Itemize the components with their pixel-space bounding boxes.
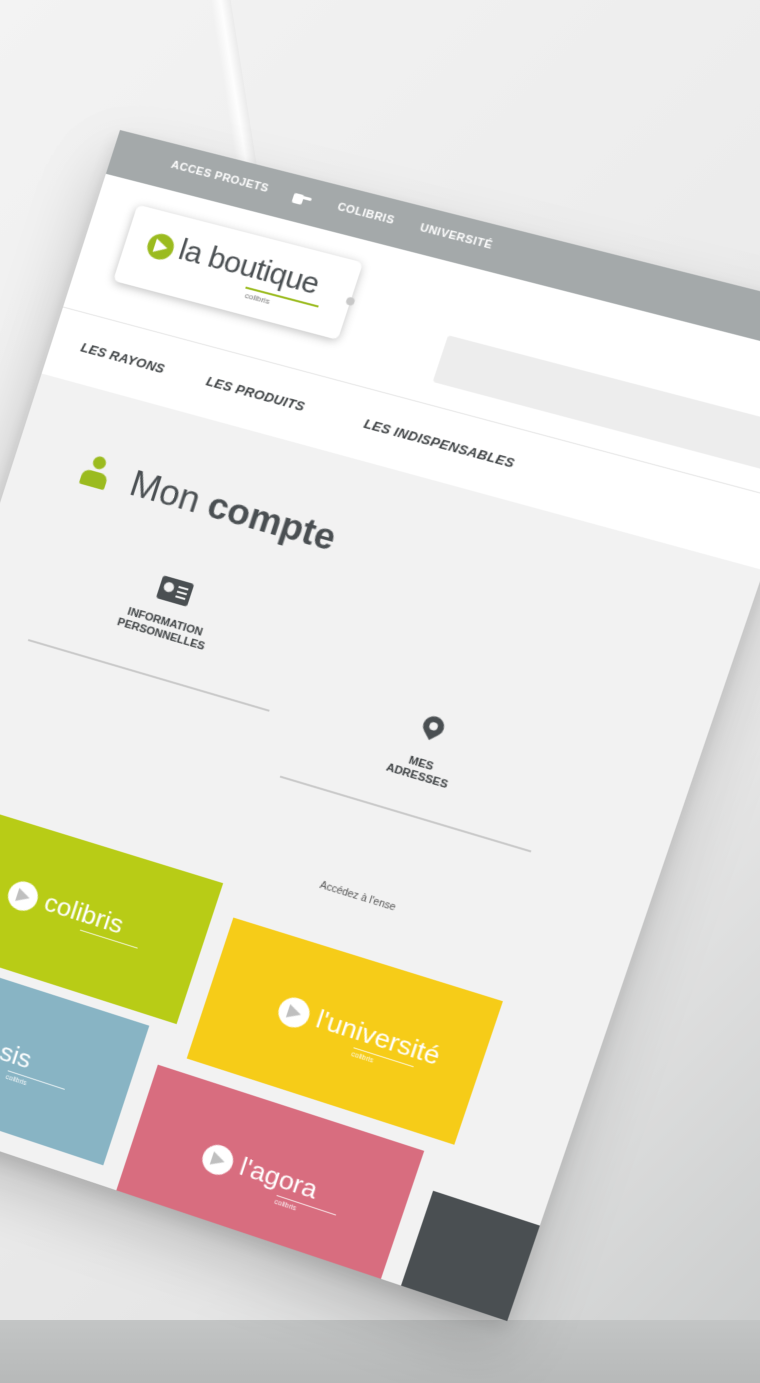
webpage: ACCES PROJETS COLIBRIS UNIVERSITÉ la bou… bbox=[0, 130, 760, 1322]
colibris-logo-icon bbox=[144, 231, 178, 263]
title-light: Mon bbox=[125, 462, 206, 521]
brand-name: l'agora bbox=[236, 1151, 322, 1205]
tile-label-line2: ADRESSES bbox=[384, 761, 450, 792]
map-pin-icon bbox=[418, 712, 448, 747]
colibris-logo-icon bbox=[198, 1141, 238, 1179]
colibris-logo-icon bbox=[274, 993, 314, 1032]
pointing-hand-icon bbox=[291, 189, 314, 207]
brand-card-partial[interactable] bbox=[384, 1190, 576, 1322]
id-card-icon bbox=[155, 575, 195, 607]
stage: ACCES PROJETS COLIBRIS UNIVERSITÉ la bou… bbox=[0, 0, 760, 1383]
tile-information-personnelles[interactable]: INFORMATION PERSONNELLES bbox=[27, 545, 301, 712]
colibris-logo-icon bbox=[4, 877, 42, 915]
tile-mes-adresses[interactable]: MES ADRESSES bbox=[279, 680, 564, 853]
user-icon bbox=[78, 453, 113, 492]
brand-name: l'université bbox=[312, 1003, 445, 1071]
nav-les-produits[interactable]: LES PRODUITS bbox=[204, 373, 307, 414]
topnav-acces-projets[interactable]: ACCES PROJETS bbox=[170, 159, 271, 195]
nav-les-rayons[interactable]: LES RAYONS bbox=[79, 340, 167, 377]
brand-name: colibris bbox=[40, 887, 128, 940]
topnav-universite[interactable]: UNIVERSITÉ bbox=[418, 222, 494, 252]
brand-name: oasis bbox=[0, 1027, 36, 1075]
topnav-colibris[interactable]: COLIBRIS bbox=[336, 201, 396, 227]
nav-les-indispensables[interactable]: LES INDISPENSABLES bbox=[362, 416, 517, 471]
title-bold: compte bbox=[202, 484, 342, 559]
page-title: Mon compte bbox=[125, 463, 342, 560]
access-text: Accédez à l'ense bbox=[318, 880, 397, 914]
tag-hole bbox=[345, 296, 356, 307]
tile-label-line2: PERSONNELLES bbox=[115, 616, 207, 653]
